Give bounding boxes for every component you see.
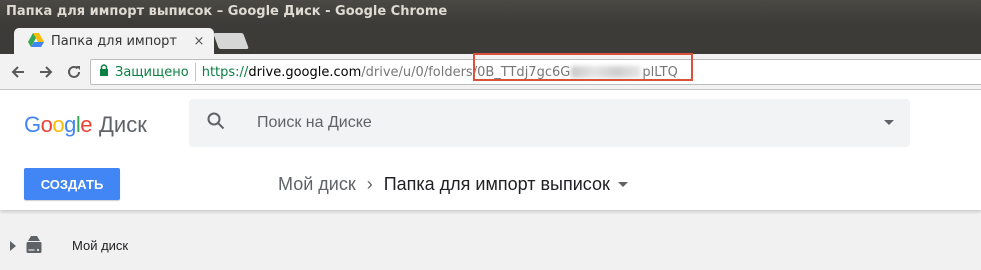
create-button[interactable]: СОЗДАТЬ: [24, 168, 120, 200]
arrow-left-icon: [11, 66, 24, 78]
secure-label: Защищено: [115, 64, 189, 80]
reload-button[interactable]: [64, 62, 84, 82]
breadcrumb-current-folder[interactable]: Папка для импорт выписок: [384, 174, 610, 195]
tab-close-icon[interactable]: ×: [192, 34, 206, 49]
logo-letter: o: [52, 112, 65, 137]
sidebar-item-label: Мой диск: [72, 237, 129, 253]
reload-icon: [68, 65, 80, 78]
search-bar[interactable]: Поиск на Диске: [189, 99, 910, 147]
tab-title: Папка для импорт: [51, 33, 177, 49]
back-button[interactable]: [8, 62, 28, 82]
logo-letter: G: [24, 112, 41, 137]
url-blurred-segment: [571, 66, 642, 78]
sidebar-item-my-drive[interactable]: Мой диск: [0, 230, 300, 260]
drive-icon: [26, 236, 42, 258]
window-title: Папка для импорт выписок – Google Диск -…: [0, 0, 981, 24]
product-name: Диск: [99, 112, 147, 137]
expand-arrow-icon[interactable]: [10, 236, 16, 255]
logo-letter: o: [40, 112, 53, 137]
google-wordmark: Google: [24, 112, 93, 138]
google-drive-logo[interactable]: Google Диск: [24, 110, 147, 140]
address-bar[interactable]: Защищено https:// drive.google.com /driv…: [90, 59, 981, 85]
tab-strip: Папка для импорт ×: [0, 24, 981, 54]
logo-letter: g: [64, 112, 76, 137]
url-host: drive.google.com: [248, 64, 362, 80]
search-input[interactable]: Поиск на Диске: [257, 114, 868, 132]
folder-menu-caret-icon[interactable]: [617, 175, 628, 193]
address-separator: [194, 63, 196, 81]
url-folder-id-start: 0B_TTdj7gc6G: [477, 64, 571, 80]
google-drive-favicon-icon: [28, 32, 44, 51]
breadcrumb: Мой диск › Папка для импорт выписок: [278, 170, 628, 198]
new-tab-button[interactable]: [213, 33, 249, 49]
url-scheme: https://: [201, 64, 249, 80]
forward-button[interactable]: [36, 62, 56, 82]
lock-icon: [99, 64, 109, 80]
logo-letter: e: [80, 112, 93, 137]
search-options-button[interactable]: [868, 120, 910, 126]
drive-header: Google Диск Поиск на Диске СОЗДАТЬ Мой д…: [0, 90, 981, 210]
url-path: /drive/u/0/folders/: [361, 64, 478, 80]
browser-tab[interactable]: Папка для импорт ×: [14, 28, 214, 54]
search-icon[interactable]: [207, 112, 225, 134]
caret-down-icon: [884, 120, 894, 125]
browser-toolbar: Защищено https:// drive.google.com /driv…: [0, 53, 981, 90]
arrow-right-icon: [40, 66, 53, 78]
breadcrumb-my-drive[interactable]: Мой диск: [278, 174, 356, 195]
url-folder-id-end: plLTQ: [642, 64, 678, 80]
chevron-right-icon: ›: [366, 173, 373, 194]
